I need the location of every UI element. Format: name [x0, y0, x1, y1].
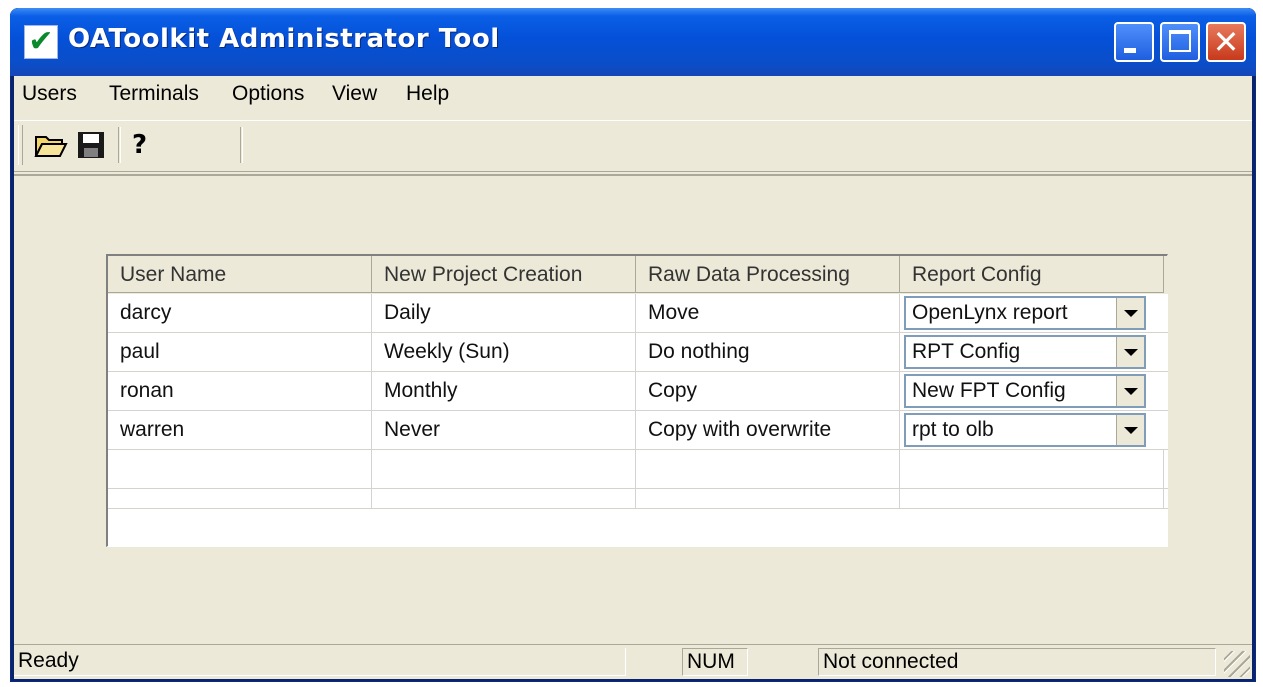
- close-icon: ✕: [1212, 23, 1240, 61]
- empty-cell[interactable]: [900, 489, 1164, 509]
- toolbar: ?: [14, 120, 1252, 172]
- table-row[interactable]: darcy Daily Move OpenLynx report: [108, 294, 1168, 333]
- data-processing-cell[interactable]: Do nothing: [636, 333, 900, 371]
- checkmark-icon: ✔: [24, 25, 58, 59]
- project-creation-cell[interactable]: Monthly: [372, 372, 636, 410]
- menu-bar: Users Terminals Options View Help: [14, 76, 1252, 116]
- dropdown-button[interactable]: [1116, 376, 1144, 406]
- user-name-cell[interactable]: ronan: [108, 372, 372, 410]
- report-config-value: OpenLynx report: [912, 301, 1068, 324]
- user-name-cell[interactable]: darcy: [108, 294, 372, 332]
- column-header-report-config[interactable]: Report Config: [900, 256, 1164, 293]
- num-lock-indicator: NUM: [682, 648, 748, 676]
- dropdown-button[interactable]: [1116, 415, 1144, 445]
- chevron-down-icon: [1124, 310, 1138, 317]
- empty-table-row[interactable]: [108, 489, 1168, 509]
- dropdown-button[interactable]: [1116, 298, 1144, 328]
- open-folder-icon[interactable]: [34, 129, 68, 161]
- empty-table-row[interactable]: [108, 450, 1168, 489]
- report-config-value: New FPT Config: [912, 379, 1066, 402]
- empty-cell[interactable]: [900, 450, 1164, 488]
- status-bar: Ready NUM Not connected: [14, 644, 1252, 679]
- project-creation-cell[interactable]: Daily: [372, 294, 636, 332]
- toolbar-grip[interactable]: [18, 125, 23, 165]
- report-config-dropdown[interactable]: OpenLynx report: [904, 296, 1146, 330]
- chevron-down-icon: [1124, 427, 1138, 434]
- table-row[interactable]: paul Weekly (Sun) Do nothing RPT Config: [108, 333, 1168, 372]
- status-message: Ready: [14, 648, 626, 676]
- maximize-button[interactable]: [1160, 22, 1200, 62]
- client-area: Users Terminals Options View Help ? User…: [14, 76, 1252, 679]
- toolbar-separator: [240, 127, 243, 163]
- column-header-raw-data-processing[interactable]: Raw Data Processing: [636, 256, 900, 293]
- report-config-dropdown[interactable]: New FPT Config: [904, 374, 1146, 408]
- user-name-cell[interactable]: paul: [108, 333, 372, 371]
- report-config-value: rpt to olb: [912, 418, 994, 441]
- empty-cell[interactable]: [636, 489, 900, 509]
- data-processing-cell[interactable]: Copy with overwrite: [636, 411, 900, 449]
- dropdown-button[interactable]: [1116, 337, 1144, 367]
- menu-users[interactable]: Users: [22, 82, 77, 106]
- help-icon[interactable]: ?: [132, 129, 147, 161]
- chevron-down-icon: [1124, 388, 1138, 395]
- table-row[interactable]: ronan Monthly Copy New FPT Config: [108, 372, 1168, 411]
- maximize-icon: [1169, 30, 1191, 52]
- column-header-user-name[interactable]: User Name: [108, 256, 372, 293]
- user-name-cell[interactable]: warren: [108, 411, 372, 449]
- menu-terminals[interactable]: Terminals: [109, 82, 199, 106]
- users-table: User Name New Project Creation Raw Data …: [106, 254, 1168, 547]
- report-config-dropdown[interactable]: rpt to olb: [904, 413, 1146, 447]
- title-bar[interactable]: ✔ OAToolkit Administrator Tool ✕: [10, 8, 1256, 76]
- project-creation-cell[interactable]: Never: [372, 411, 636, 449]
- minimize-icon: [1124, 48, 1136, 53]
- table-row[interactable]: warren Never Copy with overwrite rpt to …: [108, 411, 1168, 450]
- empty-cell[interactable]: [636, 450, 900, 488]
- menu-help[interactable]: Help: [406, 82, 449, 106]
- chevron-down-icon: [1124, 349, 1138, 356]
- close-button[interactable]: ✕: [1206, 22, 1246, 62]
- save-icon[interactable]: [76, 129, 106, 161]
- menu-options[interactable]: Options: [232, 82, 304, 106]
- empty-cell[interactable]: [108, 450, 372, 488]
- empty-cell[interactable]: [372, 489, 636, 509]
- empty-cell[interactable]: [108, 489, 372, 509]
- column-header-new-project-creation[interactable]: New Project Creation: [372, 256, 636, 293]
- report-config-value: RPT Config: [912, 340, 1021, 363]
- app-window: ✔ OAToolkit Administrator Tool ✕ Users T…: [10, 8, 1256, 682]
- resize-grip[interactable]: [1224, 651, 1250, 677]
- connection-status: Not connected: [818, 648, 1216, 676]
- toolbar-separator: [118, 127, 121, 163]
- window-title: OAToolkit Administrator Tool: [68, 24, 500, 54]
- minimize-button[interactable]: [1114, 22, 1154, 62]
- project-creation-cell[interactable]: Weekly (Sun): [372, 333, 636, 371]
- table-header: User Name New Project Creation Raw Data …: [108, 256, 1168, 294]
- data-processing-cell[interactable]: Copy: [636, 372, 900, 410]
- data-processing-cell[interactable]: Move: [636, 294, 900, 332]
- report-config-dropdown[interactable]: RPT Config: [904, 335, 1146, 369]
- empty-cell[interactable]: [372, 450, 636, 488]
- menu-view[interactable]: View: [332, 82, 377, 106]
